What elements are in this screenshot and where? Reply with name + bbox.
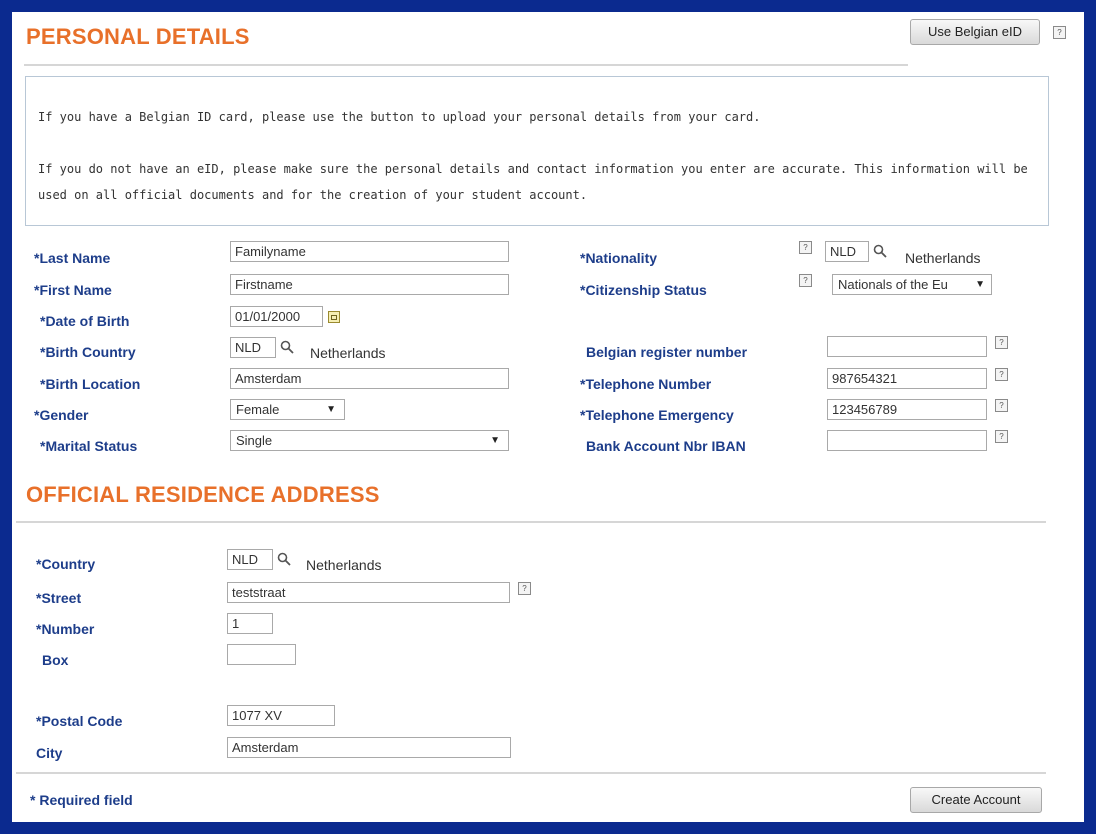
citizenship-status-label: *Citizenship Status: [580, 282, 707, 298]
form-panel: PERSONAL DETAILS Use Belgian eID ? If yo…: [12, 12, 1084, 822]
box-input[interactable]: [227, 644, 296, 665]
iban-label: Bank Account Nbr IBAN: [586, 438, 746, 454]
telephone-number-input[interactable]: 987654321: [827, 368, 987, 389]
search-icon[interactable]: [277, 552, 291, 566]
search-icon[interactable]: [873, 244, 887, 258]
dropdown-arrow-icon: ▼: [975, 279, 985, 290]
footer-divider: [16, 772, 1046, 774]
calendar-icon[interactable]: [328, 311, 340, 323]
iban-input[interactable]: [827, 430, 987, 451]
belgian-register-input[interactable]: [827, 336, 987, 357]
box-label: Box: [42, 652, 69, 668]
belgian-register-label: Belgian register number: [586, 344, 748, 360]
telephone-number-label: *Telephone Number: [580, 376, 712, 392]
title-divider: [24, 64, 908, 66]
city-input[interactable]: Amsterdam: [227, 737, 511, 758]
citizenship-status-select[interactable]: Nationals of the Eu ▼: [832, 274, 992, 295]
address-divider: [16, 521, 1046, 523]
telephone-emergency-input[interactable]: 123456789: [827, 399, 987, 420]
page-title: PERSONAL DETAILS: [26, 24, 250, 49]
postal-code-label: *Postal Code: [36, 713, 123, 729]
country-label: *Country: [36, 556, 96, 572]
help-icon[interactable]: ?: [995, 336, 1008, 349]
create-account-button[interactable]: Create Account: [910, 787, 1042, 813]
use-belgian-eid-button[interactable]: Use Belgian eID: [910, 19, 1040, 45]
help-icon[interactable]: ?: [995, 430, 1008, 443]
street-label: *Street: [36, 590, 82, 606]
street-input[interactable]: teststraat: [227, 582, 510, 603]
nationality-label: *Nationality: [580, 250, 658, 266]
birth-location-input[interactable]: Amsterdam: [230, 368, 509, 389]
nationality-code-input[interactable]: NLD: [825, 241, 869, 262]
address-section-title: OFFICIAL RESIDENCE ADDRESS: [26, 482, 380, 507]
marital-status-label: *Marital Status: [40, 438, 138, 454]
last-name-label: *Last Name: [34, 250, 111, 266]
first-name-label: *First Name: [34, 282, 112, 298]
country-name: Netherlands: [306, 557, 382, 573]
help-icon[interactable]: ?: [995, 399, 1008, 412]
help-icon[interactable]: ?: [799, 241, 812, 254]
city-label: City: [36, 745, 63, 761]
help-icon[interactable]: ?: [995, 368, 1008, 381]
dob-label: *Date of Birth: [40, 313, 130, 329]
help-icon[interactable]: ?: [1053, 26, 1066, 39]
first-name-input[interactable]: Firstname: [230, 274, 509, 295]
birth-location-label: *Birth Location: [40, 376, 141, 392]
nationality-name: Netherlands: [905, 250, 981, 266]
number-input[interactable]: 1: [227, 613, 273, 634]
help-icon[interactable]: ?: [799, 274, 812, 287]
info-box: If you have a Belgian ID card, please us…: [25, 76, 1049, 226]
dob-input[interactable]: 01/01/2000: [230, 306, 323, 327]
dropdown-arrow-icon: ▼: [490, 435, 500, 446]
required-field-note: * Required field: [30, 792, 133, 808]
citizenship-status-value: Nationals of the Eu: [838, 277, 948, 292]
birth-country-name: Netherlands: [310, 345, 386, 361]
number-label: *Number: [36, 621, 95, 637]
postal-code-input[interactable]: 1077 XV: [227, 705, 335, 726]
info-line-2: If you do not have an eID, please make s…: [38, 162, 1028, 202]
birth-country-label: *Birth Country: [40, 344, 136, 360]
birth-country-code-input[interactable]: NLD: [230, 337, 276, 358]
help-icon[interactable]: ?: [518, 582, 531, 595]
marital-status-select[interactable]: Single ▼: [230, 430, 509, 451]
dropdown-arrow-icon: ▼: [326, 404, 336, 415]
gender-label: *Gender: [34, 407, 89, 423]
gender-select[interactable]: Female ▼: [230, 399, 345, 420]
last-name-input[interactable]: Familyname: [230, 241, 509, 262]
country-code-input[interactable]: NLD: [227, 549, 273, 570]
marital-status-value: Single: [236, 433, 273, 448]
gender-value: Female: [236, 402, 280, 417]
telephone-emergency-label: *Telephone Emergency: [580, 407, 734, 423]
info-line-1: If you have a Belgian ID card, please us…: [38, 110, 761, 124]
search-icon[interactable]: [280, 340, 294, 354]
